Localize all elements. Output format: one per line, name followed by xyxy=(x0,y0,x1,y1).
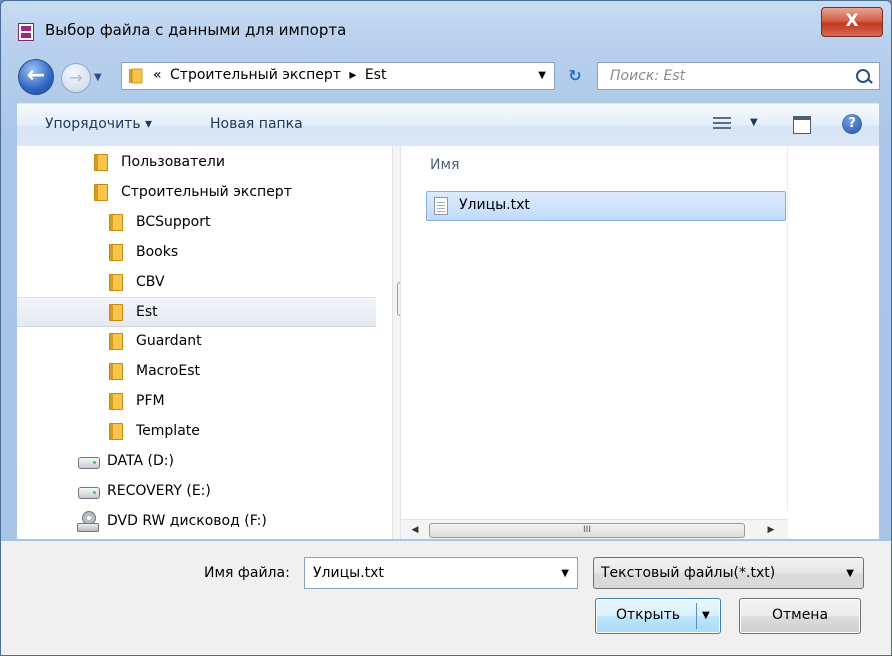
folder-icon xyxy=(109,363,123,380)
drive-icon xyxy=(78,457,100,469)
search-icon[interactable] xyxy=(856,69,870,83)
scroll-left-arrow-icon[interactable]: ◀ xyxy=(405,520,425,539)
column-divider xyxy=(787,146,788,511)
refresh-icon: ↻ xyxy=(568,66,582,85)
tree-item[interactable]: BCSupport xyxy=(17,208,376,236)
help-icon[interactable]: ? xyxy=(842,114,862,134)
tree-item[interactable]: CBV xyxy=(17,268,376,296)
app-icon xyxy=(18,23,34,41)
open-button[interactable]: Открыть ▼ xyxy=(595,598,721,634)
scroll-down-arrow-icon[interactable]: ▼ xyxy=(393,518,400,538)
navigation-pane: Пользователи Строительный эксперт BCSupp… xyxy=(17,146,401,539)
search-input[interactable]: Поиск: Est xyxy=(610,68,685,84)
tree-item-label: DVD RW дисковод (F:) xyxy=(107,513,267,529)
folder-icon xyxy=(94,154,108,171)
address-dropdown[interactable]: ▼ xyxy=(538,70,546,81)
text-file-icon xyxy=(434,197,448,215)
filename-input[interactable] xyxy=(305,558,553,588)
filename-dropdown-arrow[interactable]: ▼ xyxy=(561,568,569,579)
tree-item[interactable]: Пользователи xyxy=(17,148,376,176)
tree-item-label: RECOVERY (E:) xyxy=(107,483,211,499)
file-list-horizontal-scrollbar[interactable]: ◀ III ▶ xyxy=(401,519,788,539)
dialog-footer: Имя файла: ▼ Текстовый файлы(*.txt) ▼ От… xyxy=(1,541,891,655)
tree-item-label: Guardant xyxy=(136,333,202,349)
folder-icon xyxy=(109,304,123,321)
filetype-select[interactable]: Текстовый файлы(*.txt) ▼ xyxy=(593,557,864,589)
filetype-value: Текстовый файлы(*.txt) xyxy=(601,565,776,581)
search-box[interactable]: Поиск: Est xyxy=(597,62,880,90)
close-button[interactable]: X xyxy=(821,7,883,37)
file-name: Улицы.txt xyxy=(459,197,530,213)
drive-icon xyxy=(78,487,100,499)
breadcrumb: « Строительный эксперт ▸ Est xyxy=(153,67,390,83)
tree-item[interactable]: PFM xyxy=(17,387,376,415)
tree-item-label: Строительный эксперт xyxy=(121,184,292,200)
preview-pane-icon[interactable] xyxy=(793,116,811,134)
file-list-pane: Имя Улицы.txt ◀ III ▶ xyxy=(401,146,879,539)
folder-icon xyxy=(94,184,108,201)
cancel-button-label: Отмена xyxy=(771,607,829,623)
dvd-drive-icon xyxy=(77,511,99,532)
scroll-thumb[interactable]: III xyxy=(429,523,745,538)
back-button[interactable]: ← xyxy=(18,59,54,95)
breadcrumb-item-parent[interactable]: Строительный эксперт xyxy=(170,67,341,83)
tree-item-label: Est xyxy=(136,304,158,320)
filename-label: Имя файла: xyxy=(204,565,290,581)
scroll-right-arrow-icon[interactable]: ▶ xyxy=(761,520,781,539)
open-options-dropdown[interactable]: ▼ xyxy=(702,610,710,621)
tree-item-label: CBV xyxy=(136,274,165,290)
tree-item[interactable]: RECOVERY (E:) xyxy=(17,477,376,505)
folder-icon xyxy=(109,393,123,410)
tree-item[interactable]: DVD RW дисковод (F:) xyxy=(17,507,376,535)
tree-item[interactable]: Guardant xyxy=(17,327,376,355)
tree-item-label: BCSupport xyxy=(136,214,211,230)
address-bar[interactable]: « Строительный эксперт ▸ Est ▼ xyxy=(121,62,555,90)
breadcrumb-item-current[interactable]: Est xyxy=(365,67,387,83)
tree-item-label: Books xyxy=(136,244,179,260)
window-title: Выбор файла с данными для импорта xyxy=(45,21,347,39)
folder-icon xyxy=(109,244,123,261)
view-list-icon[interactable] xyxy=(713,116,731,132)
tree-item[interactable]: MacroEst xyxy=(17,357,376,385)
tree-item-selected[interactable]: Est xyxy=(17,297,376,327)
breadcrumb-separator[interactable]: ▸ xyxy=(349,67,356,83)
folder-icon xyxy=(129,68,143,84)
tree-item[interactable]: Template xyxy=(17,417,376,445)
folder-icon xyxy=(109,423,123,440)
title-bar: Выбор файла с данными для импорта X xyxy=(1,1,891,51)
command-bar: Упорядочить ▾ Новая папка ▼ ? xyxy=(17,103,879,146)
tree-item[interactable]: DATA (D:) xyxy=(17,447,376,475)
filename-combobox[interactable]: ▼ xyxy=(304,557,578,589)
recent-locations-dropdown[interactable]: ▼ xyxy=(94,73,104,83)
view-options-dropdown[interactable]: ▼ xyxy=(750,117,758,128)
scroll-up-arrow-icon[interactable]: ▲ xyxy=(393,148,400,168)
forward-arrow-icon: → xyxy=(69,68,83,87)
cancel-button[interactable]: Отмена xyxy=(739,598,861,634)
tree-vertical-scrollbar[interactable]: ▲ ▼ xyxy=(392,146,400,539)
split-divider xyxy=(696,603,697,629)
folder-icon xyxy=(109,333,123,350)
file-item-selected[interactable]: Улицы.txt xyxy=(426,191,786,221)
tree-item-label: MacroEst xyxy=(136,363,200,379)
tree-item[interactable]: Books xyxy=(17,238,376,266)
open-button-label: Открыть xyxy=(616,607,680,623)
breadcrumb-overflow[interactable]: « xyxy=(153,67,162,83)
navigation-bar: ← → ▼ « Строительный эксперт ▸ Est ▼ ↻ П… xyxy=(1,53,891,97)
folder-icon xyxy=(109,274,123,291)
forward-button[interactable]: → xyxy=(61,63,91,93)
file-open-dialog: Выбор файла с данными для импорта X ← → … xyxy=(0,0,892,656)
tree-item[interactable]: Строительный эксперт xyxy=(17,178,376,206)
refresh-button[interactable]: ↻ xyxy=(559,62,591,90)
organize-button[interactable]: Упорядочить ▾ xyxy=(45,116,152,132)
new-folder-button[interactable]: Новая папка xyxy=(210,116,303,132)
tree-item-label: Template xyxy=(136,423,200,439)
tree-item-label: DATA (D:) xyxy=(107,453,174,469)
tree-item-label: Пользователи xyxy=(121,154,225,170)
chevron-down-icon: ▼ xyxy=(846,568,854,579)
column-header-name[interactable]: Имя xyxy=(430,157,459,173)
folder-icon xyxy=(109,214,123,231)
tree-item-label: PFM xyxy=(136,393,165,409)
back-arrow-icon: ← xyxy=(26,63,46,88)
